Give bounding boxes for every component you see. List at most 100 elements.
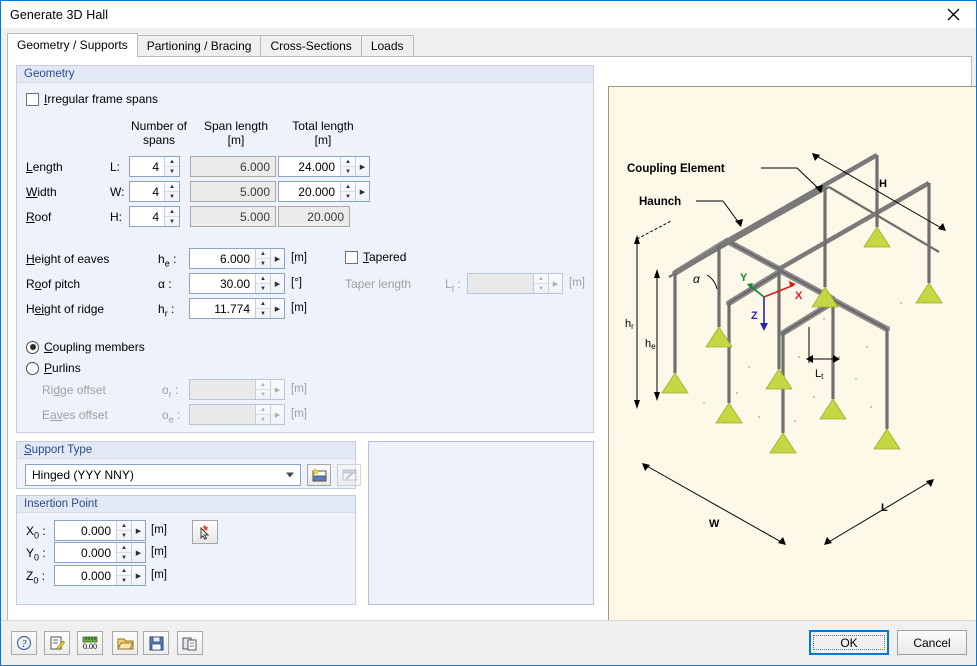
z0-more-button[interactable]: ▶: [131, 566, 145, 585]
roof-pitch-more-button[interactable]: ▶: [270, 274, 284, 293]
length-total-value: 24.000: [298, 159, 335, 174]
geometry-group-title: Geometry: [17, 66, 593, 83]
length-spans-spinner[interactable]: ▲ ▼: [164, 157, 179, 176]
width-spans-value: 4: [152, 184, 159, 199]
length-span-length-field: 6.000: [190, 156, 276, 177]
width-total-spinner[interactable]: ▲ ▼: [340, 182, 355, 201]
eaves-offset-field: ▲ ▼ ▶: [189, 404, 285, 425]
ok-button[interactable]: OK: [809, 630, 889, 655]
roof-spans-spinner[interactable]: ▲ ▼: [164, 207, 179, 226]
width-total-more-button[interactable]: ▶: [355, 182, 369, 201]
preview-placeholder-panel: [368, 441, 594, 605]
y0-spinner[interactable]: ▲ ▼: [116, 543, 131, 562]
height-of-ridge-label: Height of ridge: [26, 302, 105, 316]
roof-pitch-unit: [°]: [291, 277, 302, 289]
x0-field[interactable]: 0.000 ▲ ▼ ▶: [54, 520, 146, 541]
ridge-offset-symbol: or :: [162, 383, 179, 400]
roof-pitch-label: Roof pitch: [26, 277, 81, 291]
eaves-offset-more-button: ▶: [270, 405, 284, 424]
hall-preview-image: X Y Z hr he α H Lt W L Coupling Element …: [608, 86, 976, 665]
axis-y-label: Y: [740, 272, 748, 284]
height-of-eaves-value: 6.000: [219, 251, 250, 266]
height-of-eaves-spinner[interactable]: ▲ ▼: [255, 249, 270, 268]
tab-geometry-supports[interactable]: Geometry / Supports: [7, 33, 138, 57]
y0-label: Y0 :: [26, 546, 46, 563]
length-total-field[interactable]: 24.000 ▲ ▼ ▶: [278, 156, 370, 177]
roof-spans-field[interactable]: 4 ▲ ▼: [129, 206, 180, 227]
height-of-eaves-more-button[interactable]: ▶: [270, 249, 284, 268]
coupling-members-radio[interactable]: Coupling members: [26, 340, 145, 354]
irregular-frame-spans-checkbox[interactable]: Irregular frame spans: [26, 92, 158, 106]
tapered-checkbox[interactable]: Tapered: [345, 250, 406, 264]
cancel-button[interactable]: Cancel: [897, 630, 967, 655]
roof-spans-value: 4: [152, 209, 159, 224]
row-label-roof: Roof: [26, 210, 52, 224]
z0-field[interactable]: 0.000 ▲ ▼ ▶: [54, 565, 146, 586]
ridge-offset-label: Ridge offset: [42, 383, 106, 397]
width-spans-field[interactable]: 4 ▲ ▼: [129, 181, 180, 202]
ridge-offset-spinner: ▲ ▼: [255, 380, 270, 399]
z0-unit: [m]: [151, 569, 167, 581]
ridge-offset-more-button: ▶: [270, 380, 284, 399]
support-type-group: Support Type Hinged (YYY NNY): [16, 441, 361, 489]
length-dim-label: L: [881, 502, 888, 514]
y0-unit: [m]: [151, 546, 167, 558]
roof-pitch-symbol: α :: [158, 277, 172, 291]
clipboard-button[interactable]: [177, 631, 203, 655]
width-spans-spinner[interactable]: ▲ ▼: [164, 182, 179, 201]
width-total-field[interactable]: 20.000 ▲ ▼ ▶: [278, 181, 370, 202]
x0-more-button[interactable]: ▶: [131, 521, 145, 540]
y0-more-button[interactable]: ▶: [131, 543, 145, 562]
pick-point-icon[interactable]: [192, 520, 218, 544]
row-symbol-roof: H:: [110, 210, 122, 224]
taper-length-value: [468, 274, 533, 293]
help-button[interactable]: ?: [11, 631, 37, 655]
taper-length-symbol: Lt :: [445, 277, 461, 294]
length-span-length-value: 6.000: [239, 159, 270, 174]
width-span-length-value: 5.000: [239, 184, 270, 199]
insertion-point-group: Insertion Point X0 : 0.000 ▲ ▼ ▶ [m] Y0 :…: [16, 495, 356, 605]
roof-pitch-spinner[interactable]: ▲ ▼: [255, 274, 270, 293]
height-of-ridge-spinner[interactable]: ▲ ▼: [255, 299, 270, 318]
col-header-span-length: Span length [m]: [203, 119, 269, 147]
checkbox-box: [26, 92, 39, 106]
tapered-label: Tapered: [363, 250, 407, 264]
roof-total-field: 20.000: [278, 206, 350, 227]
y0-field[interactable]: 0.000 ▲ ▼ ▶: [54, 542, 146, 563]
units-button[interactable]: 0.00: [77, 631, 103, 655]
open-button[interactable]: [112, 631, 138, 655]
purlins-radio[interactable]: Purlins: [26, 361, 81, 375]
ridge-offset-field: ▲ ▼ ▶: [189, 379, 285, 400]
z0-spinner[interactable]: ▲ ▼: [116, 566, 131, 585]
save-button[interactable]: [143, 631, 169, 655]
length-total-spinner[interactable]: ▲ ▼: [340, 157, 355, 176]
window-title: Generate 3D Hall: [10, 7, 109, 22]
roof-pitch-value: 30.00: [219, 276, 250, 291]
roof-pitch-field[interactable]: 30.00 ▲ ▼ ▶: [189, 273, 285, 294]
height-of-ridge-symbol: hr :: [158, 302, 175, 319]
x0-spinner[interactable]: ▲ ▼: [116, 521, 131, 540]
close-icon[interactable]: [930, 1, 976, 28]
length-total-more-button[interactable]: ▶: [355, 157, 369, 176]
support-type-combo[interactable]: Hinged (YYY NNY): [25, 464, 301, 486]
new-support-icon[interactable]: [307, 464, 331, 486]
taper-length-label: Taper length: [345, 277, 412, 291]
support-type-group-title: Support Type: [17, 442, 355, 459]
roof-span-length-value: 5.000: [239, 209, 270, 224]
tab-loads[interactable]: Loads: [360, 35, 414, 56]
length-spans-field[interactable]: 4 ▲ ▼: [129, 156, 180, 177]
col-header-number-of-spans: Number of spans: [130, 119, 188, 147]
height-of-eaves-symbol: he :: [158, 252, 177, 269]
tab-partioning-bracing[interactable]: Partioning / Bracing: [136, 35, 262, 56]
height-of-ridge-field[interactable]: 11.774 ▲ ▼ ▶: [189, 298, 285, 319]
roof-total-value: 20.000: [307, 209, 344, 224]
width-span-length-field: 5.000: [190, 181, 276, 202]
eaves-offset-unit: [m]: [291, 408, 307, 420]
tab-cross-sections[interactable]: Cross-Sections: [260, 35, 362, 56]
edit-button[interactable]: [44, 631, 70, 655]
coupling-element-label: Coupling Element: [627, 163, 725, 175]
ridge-offset-unit: [m]: [291, 383, 307, 395]
height-of-eaves-field[interactable]: 6.000 ▲ ▼ ▶: [189, 248, 285, 269]
height-of-eaves-unit: [m]: [291, 252, 307, 264]
height-of-ridge-more-button[interactable]: ▶: [270, 299, 284, 318]
